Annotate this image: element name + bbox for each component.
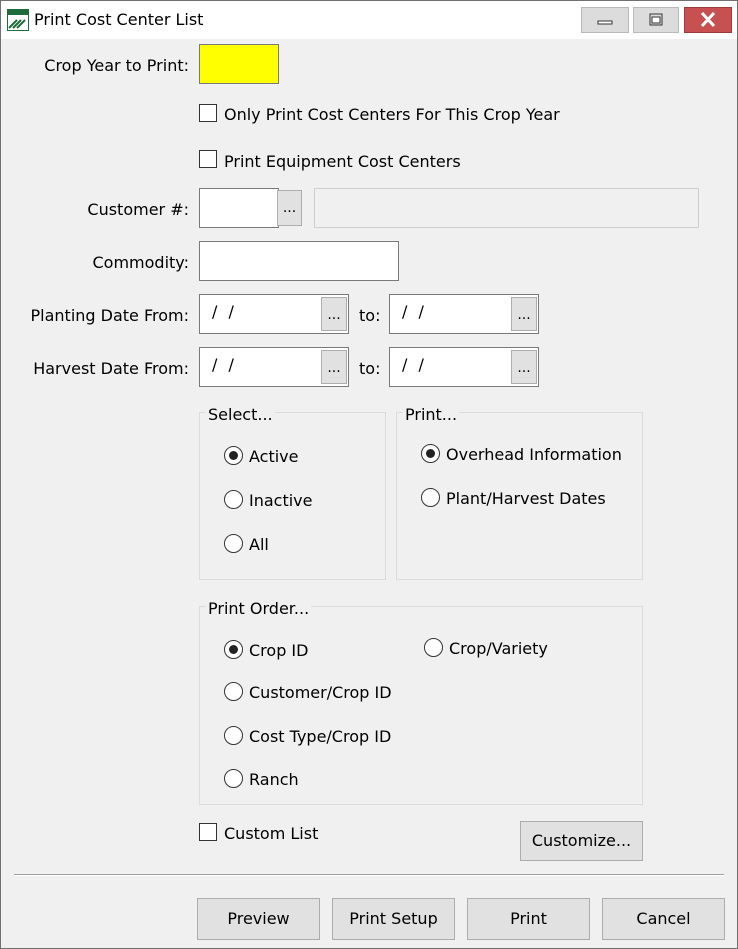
cancel-button[interactable]: Cancel (602, 898, 725, 940)
commodity-input[interactable] (199, 241, 399, 281)
planting-from-calendar-button[interactable]: ... (321, 297, 347, 331)
radio-print-overhead[interactable] (421, 444, 440, 463)
radio-select-active-label: Active (249, 447, 299, 466)
planting-date-label: Planting Date From: (30, 306, 190, 325)
radio-order-crop-variety-label: Crop/Variety (449, 639, 548, 658)
radio-print-plant-harvest[interactable] (421, 488, 440, 507)
radio-order-cost-type-crop-id-label: Cost Type/Crop ID (249, 727, 392, 746)
radio-select-all-label: All (249, 535, 269, 554)
radio-order-crop-variety[interactable] (424, 638, 443, 657)
customer-lookup-button[interactable]: ... (277, 190, 302, 226)
title-bar: Print Cost Center List (1, 1, 737, 39)
equipment-label: Print Equipment Cost Centers (224, 152, 461, 171)
radio-order-cost-type-crop-id[interactable] (224, 726, 243, 745)
minimize-button[interactable] (581, 7, 629, 33)
customer-name-display (314, 188, 699, 228)
radio-order-customer-crop-id-label: Customer/Crop ID (249, 683, 392, 702)
planting-to-calendar-button[interactable]: ... (511, 297, 537, 331)
radio-select-inactive-label: Inactive (249, 491, 313, 510)
radio-select-inactive[interactable] (224, 490, 243, 509)
planting-to-label: to: (359, 306, 381, 325)
select-group-title: Select... (206, 405, 275, 424)
print-setup-button[interactable]: Print Setup (332, 898, 455, 940)
crop-year-label: Crop Year to Print: (44, 56, 189, 75)
harvest-from-calendar-button[interactable]: ... (321, 350, 347, 384)
radio-print-overhead-label: Overhead Information (446, 445, 622, 464)
radio-order-ranch[interactable] (224, 769, 243, 788)
customer-label: Customer #: (87, 200, 189, 219)
print-button[interactable]: Print (467, 898, 590, 940)
only-this-year-checkbox[interactable] (199, 104, 217, 122)
radio-order-crop-id[interactable] (224, 640, 243, 659)
print-group-title: Print... (403, 405, 460, 424)
footer-separator (14, 874, 724, 876)
equipment-checkbox[interactable] (199, 150, 217, 168)
radio-order-crop-id-label: Crop ID (249, 641, 309, 660)
radio-select-all[interactable] (224, 534, 243, 553)
radio-order-ranch-label: Ranch (249, 770, 299, 789)
crop-year-input[interactable] (199, 44, 279, 84)
only-this-year-label: Only Print Cost Centers For This Crop Ye… (224, 105, 560, 124)
maximize-button[interactable] (633, 7, 679, 33)
harvest-to-label: to: (359, 359, 381, 378)
preview-button[interactable]: Preview (197, 898, 320, 940)
commodity-label: Commodity: (92, 253, 190, 272)
radio-print-plant-harvest-label: Plant/Harvest Dates (446, 489, 606, 508)
custom-list-checkbox[interactable] (199, 823, 217, 841)
harvest-date-label: Harvest Date From: (33, 359, 189, 378)
harvest-to-calendar-button[interactable]: ... (511, 350, 537, 384)
customize-button[interactable]: Customize... (520, 821, 643, 861)
minimize-icon (597, 20, 613, 25)
maximize-icon (649, 13, 663, 26)
radio-order-customer-crop-id[interactable] (224, 682, 243, 701)
app-logo-icon (7, 9, 29, 31)
print-cost-center-dialog: Print Cost Center List Crop Year to Prin… (0, 0, 738, 949)
print-order-group-title: Print Order... (206, 599, 312, 618)
radio-select-active[interactable] (224, 446, 243, 465)
window-title: Print Cost Center List (34, 10, 204, 29)
customer-input[interactable] (199, 188, 279, 228)
custom-list-label: Custom List (224, 824, 319, 843)
close-button[interactable] (684, 7, 732, 33)
close-icon (700, 11, 716, 28)
